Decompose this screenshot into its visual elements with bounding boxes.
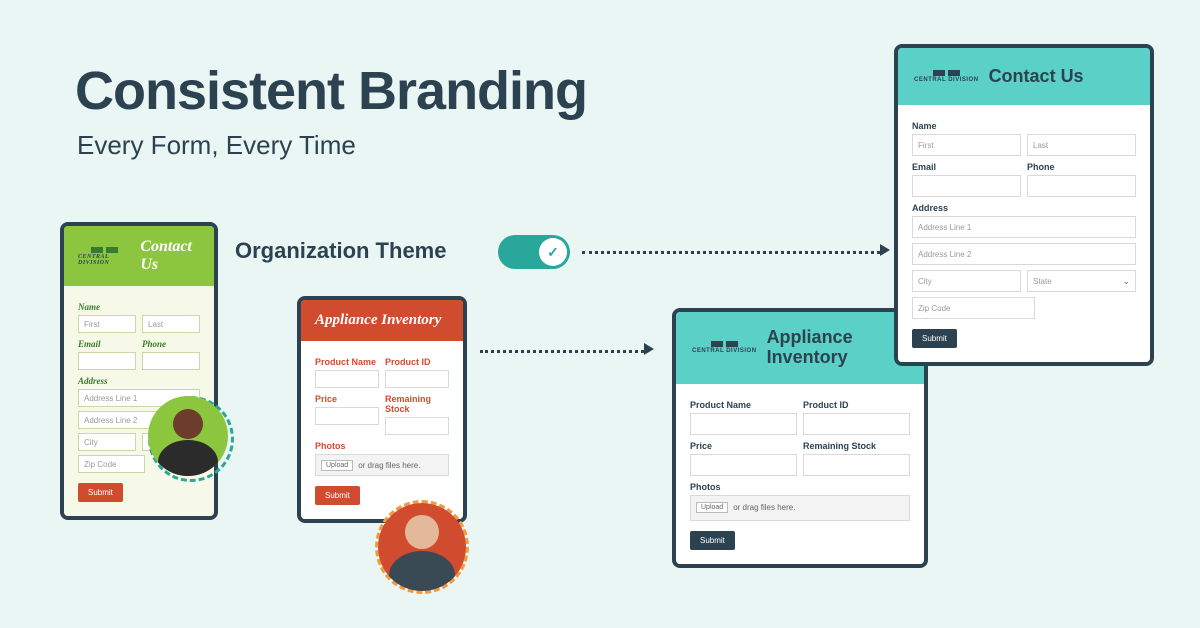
price-input[interactable] <box>690 454 797 476</box>
submit-button[interactable]: Submit <box>912 329 957 348</box>
submit-button[interactable]: Submit <box>78 483 123 502</box>
last-name-input[interactable]: Last <box>142 315 200 333</box>
product-id-input[interactable] <box>803 413 910 435</box>
first-name-input[interactable]: First <box>912 134 1021 156</box>
upload-hint: or drag files here. <box>358 461 420 470</box>
stock-input[interactable] <box>385 417 449 435</box>
org-theme-toggle[interactable]: ✓ <box>498 235 570 269</box>
field-label: Address <box>912 203 1136 213</box>
stock-input[interactable] <box>803 454 910 476</box>
field-label: Product ID <box>385 357 449 367</box>
field-label: Email <box>912 162 1021 172</box>
upload-hint: or drag files here. <box>733 503 795 512</box>
form-contact-teal: CENTRAL DIVISION Contact Us Name First L… <box>894 44 1154 366</box>
field-label: Photos <box>315 441 449 451</box>
field-label: Name <box>912 121 1136 131</box>
field-label: Product ID <box>803 400 910 410</box>
phone-input[interactable] <box>1027 175 1136 197</box>
phone-input[interactable] <box>142 352 200 370</box>
address1-input[interactable]: Address Line 1 <box>912 216 1136 238</box>
city-input[interactable]: City <box>912 270 1021 292</box>
first-name-input[interactable]: First <box>78 315 136 333</box>
field-label: Price <box>690 441 797 451</box>
field-label: Phone <box>142 339 200 349</box>
form-inventory-orange: Appliance Inventory Product Name Product… <box>297 296 467 523</box>
brand-logo-icon: CENTRAL DIVISION <box>692 341 757 354</box>
zip-input[interactable]: Zip Code <box>78 455 145 473</box>
field-label: Name <box>78 302 200 312</box>
headline: Consistent Branding <box>75 60 587 122</box>
photo-upload[interactable]: Upload or drag files here. <box>690 495 910 521</box>
field-label: Price <box>315 394 379 404</box>
brand-logo-icon: CENTRAL DIVISION <box>914 70 979 83</box>
field-label: Remaining Stock <box>803 441 910 451</box>
upload-button[interactable]: Upload <box>321 460 353 471</box>
toggle-knob: ✓ <box>539 238 567 266</box>
brand-logo-icon: CENTRAL DIVISION <box>78 247 130 266</box>
upload-button[interactable]: Upload <box>696 502 728 513</box>
check-icon: ✓ <box>547 244 559 261</box>
field-label: Product Name <box>690 400 797 410</box>
form-title: Contact Us <box>140 238 200 274</box>
chevron-down-icon: ⌄ <box>1122 276 1130 287</box>
product-name-input[interactable] <box>315 370 379 388</box>
field-label: Photos <box>690 482 910 492</box>
field-label: Product Name <box>315 357 379 367</box>
zip-input[interactable]: Zip Code <box>912 297 1035 319</box>
photo-upload[interactable]: Upload or drag files here. <box>315 454 449 476</box>
product-id-input[interactable] <box>385 370 449 388</box>
submit-button[interactable]: Submit <box>315 486 360 505</box>
price-input[interactable] <box>315 407 379 425</box>
avatar <box>148 396 228 476</box>
product-name-input[interactable] <box>690 413 797 435</box>
email-input[interactable] <box>912 175 1021 197</box>
field-label: Email <box>78 339 136 349</box>
form-title: Appliance Inventory <box>767 328 887 368</box>
avatar <box>378 503 466 591</box>
address2-input[interactable]: Address Line 2 <box>912 243 1136 265</box>
state-select[interactable]: State⌄ <box>1027 270 1136 292</box>
arrow-bottom <box>480 350 644 353</box>
field-label: Phone <box>1027 162 1136 172</box>
form-inventory-teal: CENTRAL DIVISION Appliance Inventory Pro… <box>672 308 928 568</box>
last-name-input[interactable]: Last <box>1027 134 1136 156</box>
arrowhead-icon <box>880 244 890 256</box>
field-label: Address <box>78 376 200 386</box>
form-title: Appliance Inventory <box>315 312 441 329</box>
email-input[interactable] <box>78 352 136 370</box>
arrow-top <box>582 251 880 254</box>
city-input[interactable]: City <box>78 433 136 451</box>
field-label: Remaining Stock <box>385 394 449 414</box>
org-theme-label: Organization Theme <box>235 238 446 264</box>
submit-button[interactable]: Submit <box>690 531 735 550</box>
form-title: Contact Us <box>989 66 1084 87</box>
arrowhead-icon <box>644 343 654 355</box>
subheadline: Every Form, Every Time <box>77 130 356 161</box>
